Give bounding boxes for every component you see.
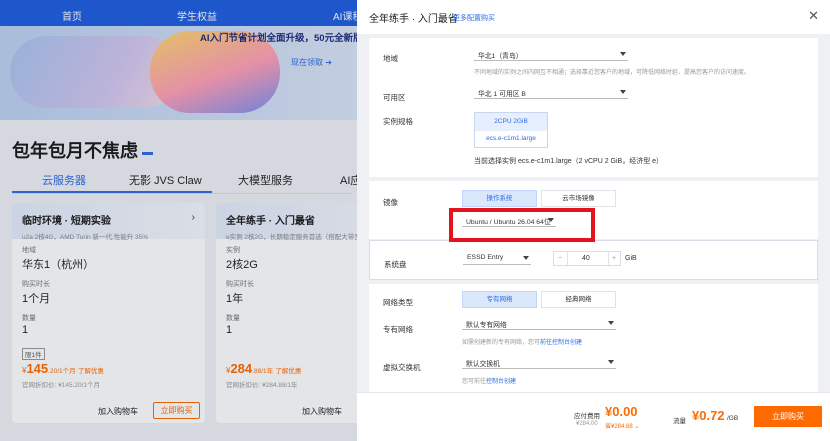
- highlight-annotation: [449, 208, 595, 242]
- stepper-divider: [608, 252, 609, 265]
- drawer-footer: 应付费用 ¥0.00 ¥284.00 省¥284.88 ⌄ 流量 ¥0.72 /…: [357, 392, 830, 441]
- system-disk-row: 系统盘 ESSD Entry − 40 + GiB: [369, 240, 818, 280]
- disk-size-input[interactable]: 40: [582, 255, 590, 262]
- vpc-value: 默认专有网络: [466, 322, 507, 329]
- zone-value: 华北 1 可用区 B: [478, 91, 526, 98]
- buy-now-button[interactable]: 立即购买: [754, 406, 822, 427]
- fee-label: 应付费用: [574, 413, 600, 420]
- stepper-divider: [567, 252, 568, 265]
- tab-market-image[interactable]: 云市场镜像: [541, 190, 616, 207]
- zone-select[interactable]: 华北 1 可用区 B: [474, 86, 628, 99]
- region-hint: 不同地域的实例之间内网互不相通；选择靠近您客户的地域，可降低网络时延、提高您客户…: [474, 70, 751, 76]
- disk-label: 系统盘: [384, 260, 407, 269]
- more-config-link[interactable]: 更多配置购买: [453, 13, 495, 23]
- disk-type-select[interactable]: ESSD Entry: [463, 252, 531, 265]
- disk-type-value: ESSD Entry: [467, 254, 504, 261]
- drawer-header: 全年练手 · 入门最省 更多配置购买 ✕: [357, 0, 830, 34]
- region-select[interactable]: 华北1（青岛）: [474, 48, 628, 61]
- image-label: 镜像: [383, 198, 398, 207]
- region-value: 华北1（青岛）: [478, 53, 523, 60]
- tab-vpc[interactable]: 专有网络: [462, 291, 537, 308]
- fee-saving-link[interactable]: 省¥284.88 ⌄: [605, 421, 639, 430]
- traffic-label: 流量: [673, 418, 686, 425]
- modal-overlay[interactable]: [0, 0, 357, 441]
- chevron-down-icon: ⌄: [634, 424, 640, 430]
- spec-option-card[interactable]: 2CPU 2GiB ecs.e-c1m1.large: [474, 112, 548, 148]
- disk-unit: GiB: [625, 255, 637, 262]
- caret-down-icon: [523, 256, 529, 260]
- vpc-select[interactable]: 默认专有网络: [462, 317, 616, 330]
- region-label: 地域: [383, 54, 398, 63]
- instance-panel: 地域 华北1（青岛） 不同地域的实例之间内网互不相通；选择靠近您客户的地域，可降…: [369, 38, 818, 177]
- caret-down-icon: [608, 321, 614, 325]
- vswitch-value: 默认交换机: [466, 361, 500, 368]
- caret-down-icon: [620, 90, 626, 94]
- create-vpc-link[interactable]: 前往控制台创建: [540, 340, 582, 346]
- vpc-label: 专有网络: [383, 325, 413, 334]
- close-icon[interactable]: ✕: [808, 8, 819, 24]
- spec-option-name: ecs.e-c1m1.large: [486, 135, 536, 142]
- network-panel: 网络类型 专有网络 经典网络 专有网络 默认专有网络 如需创建新的专有网络，您可…: [369, 284, 818, 392]
- minus-icon[interactable]: −: [558, 255, 562, 262]
- plus-icon[interactable]: +: [612, 255, 616, 262]
- fee-original: ¥284.00: [576, 421, 598, 427]
- current-spec-text: 当前选择实例 ecs.e-c1m1.large（2 vCPU 2 GiB，经济型…: [474, 158, 664, 165]
- zone-label: 可用区: [383, 93, 406, 102]
- fee-amount: ¥0.00: [605, 404, 638, 419]
- caret-down-icon: [620, 52, 626, 56]
- traffic-amount: ¥0.72: [692, 408, 725, 423]
- tab-classic-network[interactable]: 经典网络: [541, 291, 616, 308]
- create-vswitch-link[interactable]: 控制台创建: [486, 379, 516, 385]
- caret-down-icon: [608, 360, 614, 364]
- drawer-title: 全年练手 · 入门最省: [369, 14, 458, 25]
- tab-os-image[interactable]: 操作系统: [462, 190, 537, 207]
- vpc-hint: 如需创建新的专有网络，您可前往控制台创建: [462, 340, 583, 346]
- vswitch-select[interactable]: 默认交换机: [462, 356, 616, 369]
- vswitch-label: 虚拟交换机: [383, 363, 421, 372]
- traffic-unit: /GB: [727, 415, 739, 422]
- vswitch-hint: 您可前往控制台创建: [462, 379, 517, 385]
- spec-label: 实例规格: [383, 117, 413, 126]
- network-type-label: 网络类型: [383, 298, 413, 307]
- spec-option-size: 2CPU 2GiB: [475, 113, 547, 131]
- disk-size-stepper: − 40 +: [553, 251, 621, 266]
